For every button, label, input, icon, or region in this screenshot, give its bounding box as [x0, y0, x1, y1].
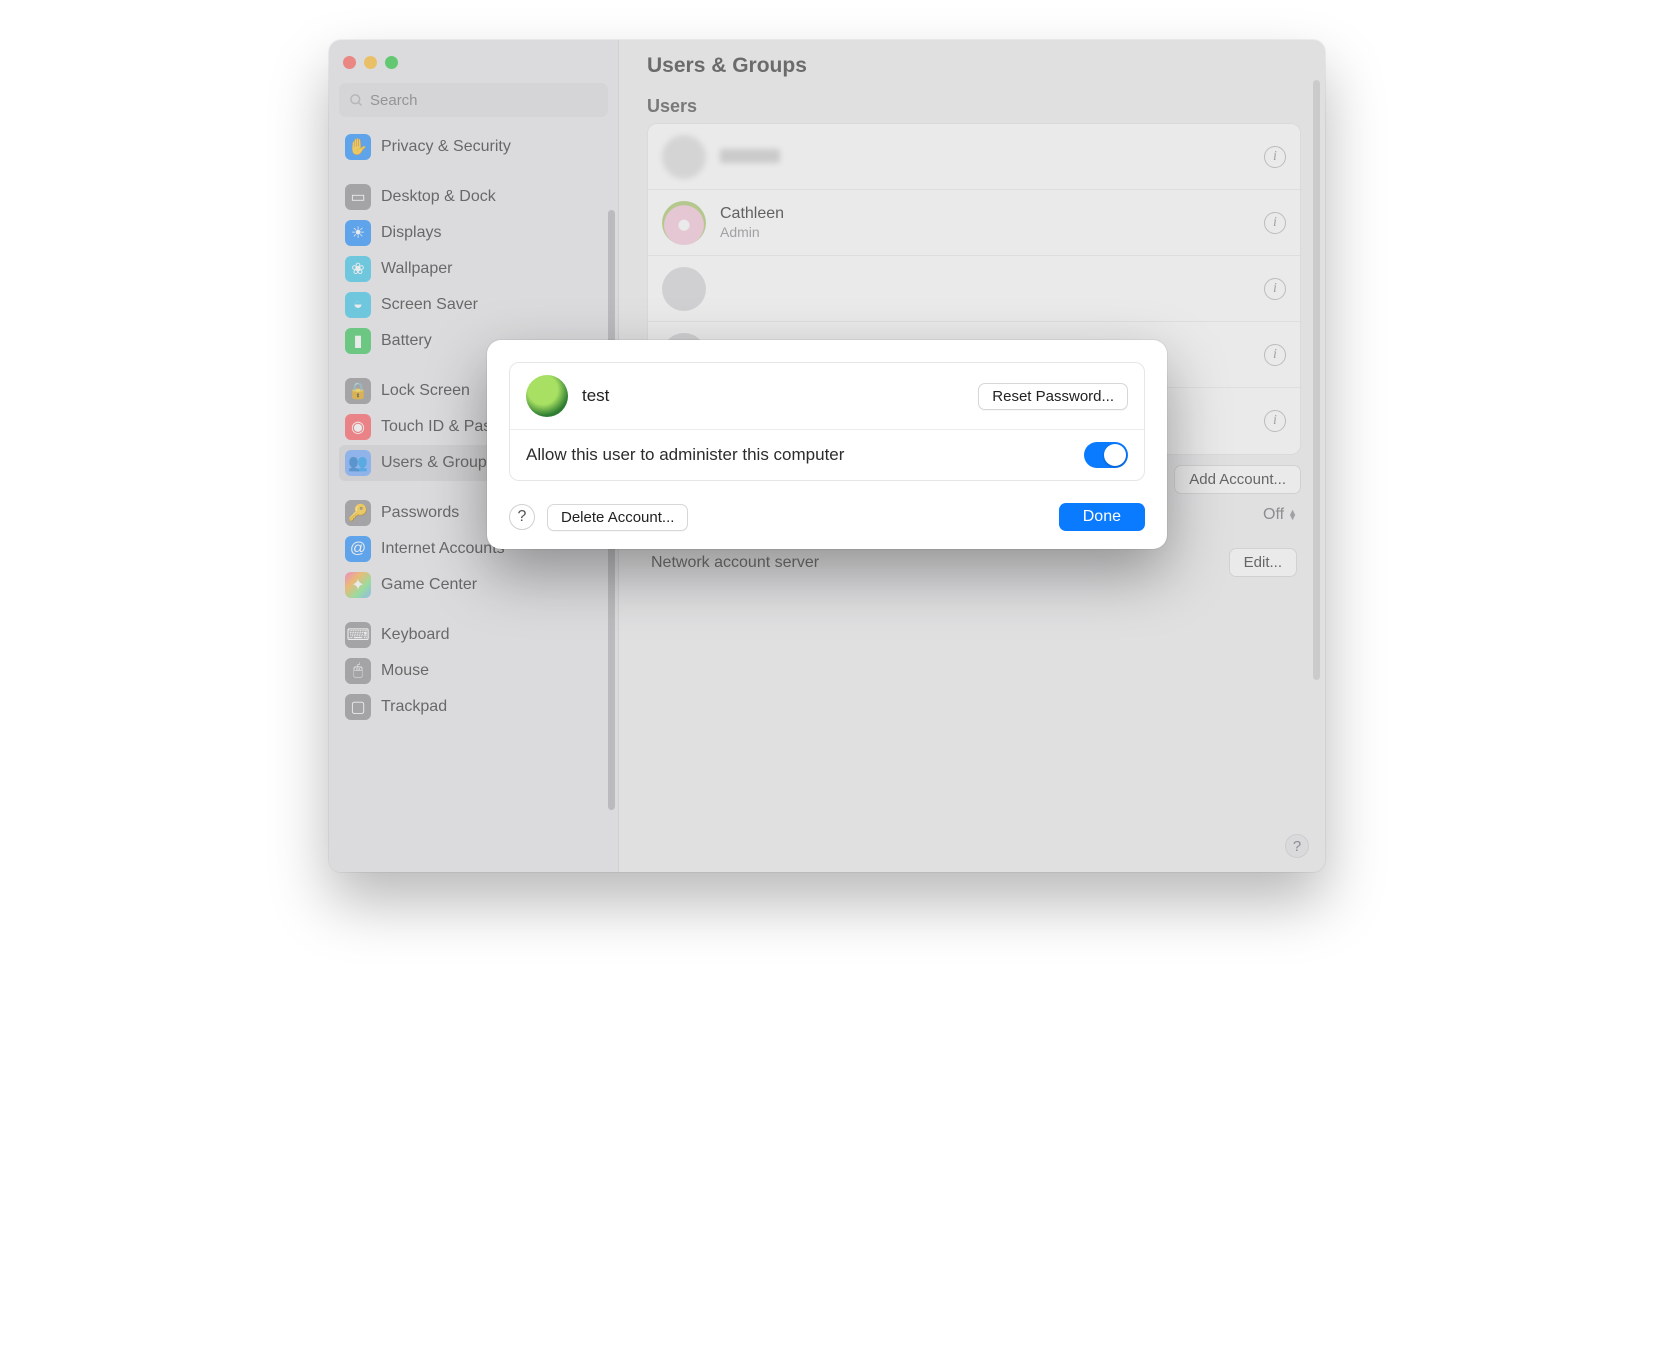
page-title: Users & Groups	[647, 54, 1301, 78]
sidebar-item-label: Screen Saver	[381, 296, 478, 314]
sheet-help-button[interactable]: ?	[509, 504, 535, 530]
minimize-window-button[interactable]	[364, 56, 377, 69]
search-icon	[349, 93, 364, 108]
done-button[interactable]: Done	[1059, 503, 1145, 531]
close-window-button[interactable]	[343, 56, 356, 69]
hand-icon: ✋	[345, 134, 371, 160]
user-row[interactable]: CathleenAdmini	[648, 190, 1300, 256]
user-name	[720, 149, 780, 163]
users-section-label: Users	[647, 96, 1301, 117]
screensaver-icon: ◒	[345, 292, 371, 318]
battery-icon: ▮	[345, 328, 371, 354]
sidebar-item-label: Keyboard	[381, 626, 450, 644]
user-edit-sheet: test Reset Password... Allow this user t…	[487, 340, 1167, 549]
user-info-button[interactable]: i	[1264, 146, 1286, 168]
user-info-button[interactable]: i	[1264, 212, 1286, 234]
sidebar-item-desktop-dock[interactable]: ▭ Desktop & Dock	[339, 179, 606, 215]
add-account-button[interactable]: Add Account...	[1174, 465, 1301, 494]
sidebar-item-mouse[interactable]: 🖱 Mouse	[339, 653, 606, 689]
user-info-button[interactable]: i	[1264, 278, 1286, 300]
user-edit-card: test Reset Password... Allow this user t…	[509, 362, 1145, 481]
sidebar-item-screen-saver[interactable]: ◒ Screen Saver	[339, 287, 606, 323]
sidebar-item-label: Lock Screen	[381, 382, 470, 400]
sidebar-item-label: Wallpaper	[381, 260, 452, 278]
sidebar-item-displays[interactable]: ☀ Displays	[339, 215, 606, 251]
gamecenter-icon: ✦	[345, 572, 371, 598]
network-server-edit-button[interactable]: Edit...	[1229, 548, 1297, 577]
sidebar-item-label: Game Center	[381, 576, 477, 594]
main-scrollbar[interactable]	[1313, 80, 1320, 680]
user-info-button[interactable]: i	[1264, 344, 1286, 366]
users-icon: 👥	[345, 450, 371, 476]
sidebar-item-label: Passwords	[381, 504, 459, 522]
auto-login-value[interactable]: Off ▲▼	[1263, 506, 1297, 524]
sidebar-item-label: Mouse	[381, 662, 429, 680]
user-role: Admin	[720, 224, 1250, 240]
user-avatar	[662, 135, 706, 179]
window-controls	[339, 50, 608, 83]
user-name-label: test	[582, 386, 978, 406]
sidebar-item-label: Displays	[381, 224, 441, 242]
user-meta	[720, 149, 1250, 164]
wallpaper-icon: ❀	[345, 256, 371, 282]
search-input[interactable]	[370, 92, 598, 109]
brightness-icon: ☀	[345, 220, 371, 246]
dock-icon: ▭	[345, 184, 371, 210]
at-icon: @	[345, 536, 371, 562]
user-row[interactable]: i	[648, 256, 1300, 322]
user-avatar	[662, 267, 706, 311]
user-row[interactable]: i	[648, 124, 1300, 190]
reset-password-button[interactable]: Reset Password...	[978, 383, 1128, 410]
trackpad-icon: ▢	[345, 694, 371, 720]
user-avatar[interactable]	[526, 375, 568, 417]
sidebar-item-label: Desktop & Dock	[381, 188, 496, 206]
user-info-button[interactable]: i	[1264, 410, 1286, 432]
sidebar-item-label: Battery	[381, 332, 432, 350]
key-icon: 🔑	[345, 500, 371, 526]
fingerprint-icon: ◉	[345, 414, 371, 440]
sidebar-item-label: Trackpad	[381, 698, 447, 716]
admin-toggle[interactable]	[1084, 442, 1128, 468]
sidebar-item-keyboard[interactable]: ⌨ Keyboard	[339, 617, 606, 653]
page-help-button[interactable]: ?	[1285, 834, 1309, 858]
user-meta: CathleenAdmin	[720, 205, 1250, 240]
keyboard-icon: ⌨	[345, 622, 371, 648]
user-avatar	[662, 201, 706, 245]
chevron-up-down-icon: ▲▼	[1288, 510, 1297, 520]
sidebar-item-game-center[interactable]: ✦ Game Center	[339, 567, 606, 603]
user-name: Cathleen	[720, 205, 1250, 223]
search-field[interactable]	[339, 83, 608, 117]
sidebar-item-label: Internet Accounts	[381, 540, 505, 558]
sidebar-item-label: Privacy & Security	[381, 138, 511, 156]
network-server-label: Network account server	[651, 554, 819, 572]
delete-account-button[interactable]: Delete Account...	[547, 504, 688, 531]
sidebar-item-label: Users & Groups	[381, 454, 495, 472]
sidebar-item-trackpad[interactable]: ▢ Trackpad	[339, 689, 606, 725]
mouse-icon: 🖱	[345, 658, 371, 684]
lock-icon: 🔒	[345, 378, 371, 404]
sidebar-item-privacy-security[interactable]: ✋ Privacy & Security	[339, 129, 606, 165]
sidebar-item-wallpaper[interactable]: ❀ Wallpaper	[339, 251, 606, 287]
admin-toggle-label: Allow this user to administer this compu…	[526, 445, 1084, 465]
maximize-window-button[interactable]	[385, 56, 398, 69]
